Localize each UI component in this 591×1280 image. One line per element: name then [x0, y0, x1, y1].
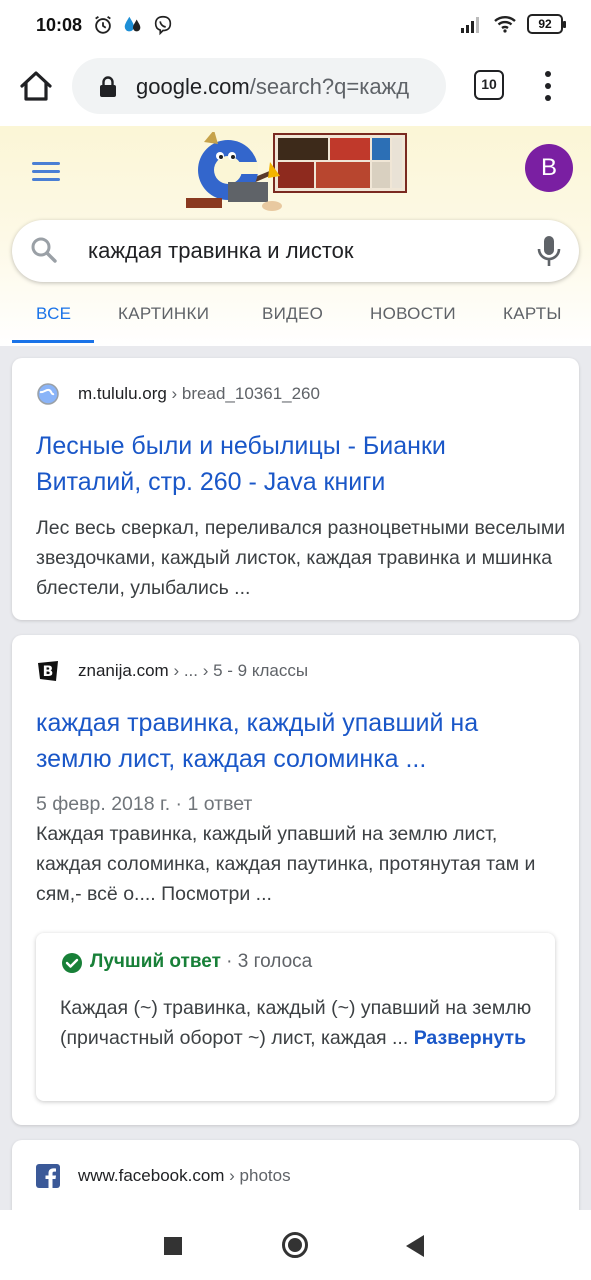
lock-icon — [100, 76, 116, 97]
url-domain: google.com — [136, 74, 250, 99]
result-title-link[interactable]: Лесные были и небылицы - Бианки Виталий,… — [36, 428, 556, 500]
answer-text-block: Каждая (~) травинка, каждый (~) упавший … — [60, 993, 540, 1053]
facebook-icon — [36, 1164, 60, 1188]
tab-news[interactable]: НОВОСТИ — [370, 304, 456, 324]
result-domain: znanija.com — [78, 661, 169, 680]
globe-icon — [37, 383, 59, 405]
alarm-icon — [95, 15, 111, 34]
search-result: m.tululu.org › bread_10361_260 Лесные бы… — [12, 358, 579, 620]
active-tab-indicator — [12, 340, 94, 343]
result-date: 5 февр. 2018 г. · 1 ответ — [36, 793, 253, 815]
microphone-icon[interactable] — [534, 234, 564, 268]
status-time: 10:08 — [36, 15, 83, 35]
check-circle-icon — [62, 953, 82, 973]
recents-button[interactable] — [164, 1237, 182, 1255]
search-icon[interactable] — [30, 236, 58, 264]
best-answer-label: Лучший ответ — [90, 951, 221, 972]
status-bar: 10:08 92 — [0, 0, 591, 52]
search-result: B znanija.com › ... › 5 - 9 классы кажда… — [12, 635, 579, 1125]
more-menu-icon[interactable] — [538, 69, 558, 103]
result-domain: m.tululu.org — [78, 384, 167, 403]
expand-link[interactable]: Развернуть — [414, 1027, 526, 1049]
back-button[interactable] — [406, 1235, 424, 1257]
search-tabs: ВСЕ КАРТИНКИ ВИДЕО НОВОСТИ КАРТЫ — [0, 294, 591, 344]
home-button[interactable] — [282, 1232, 308, 1258]
tab-maps[interactable]: КАРТЫ — [503, 304, 562, 324]
system-nav-bar — [0, 1210, 591, 1280]
notification-icons — [92, 14, 174, 36]
address-bar[interactable]: google.com/search?q=кажд — [72, 58, 446, 114]
result-title-link[interactable]: каждая травинка, каждый упавший на землю… — [36, 705, 556, 777]
result-breadcrumb: › bread_10361_260 — [166, 384, 320, 403]
viber-icon — [154, 15, 172, 36]
browser-toolbar: google.com/search?q=кажд 10 — [0, 52, 591, 126]
best-answer-box: Лучший ответ · 3 голоса Каждая (~) трави… — [36, 933, 555, 1101]
tab-images[interactable]: КАРТИНКИ — [118, 304, 209, 324]
tab-all[interactable]: ВСЕ — [36, 304, 71, 324]
tab-switcher-button[interactable]: 10 — [474, 70, 504, 100]
search-box[interactable]: каждая травинка и листок — [12, 220, 579, 282]
tab-video[interactable]: ВИДЕО — [262, 304, 323, 324]
signal-icon — [461, 17, 479, 33]
google-doodle[interactable] — [184, 132, 408, 216]
home-icon[interactable] — [16, 66, 56, 106]
url-path: /search?q=кажд — [249, 74, 410, 99]
result-snippet: Лес весь сверкал, переливался разноцветн… — [36, 517, 566, 599]
result-domain: www.facebook.com — [78, 1166, 225, 1185]
google-header: B каждая травинка и листок ВСЕ КАРТИНКИ … — [0, 126, 591, 346]
result-cite[interactable]: m.tululu.org › bread_10361_260 — [78, 384, 320, 404]
wifi-icon — [494, 16, 516, 33]
search-input[interactable]: каждая травинка и листок — [88, 238, 354, 264]
answer-votes: · 3 голоса — [220, 951, 313, 972]
hamburger-menu-icon[interactable] — [32, 162, 60, 182]
result-cite[interactable]: www.facebook.com › photos — [78, 1166, 291, 1186]
svg-text:B: B — [43, 664, 54, 680]
account-avatar[interactable]: B — [525, 144, 573, 192]
battery-indicator: 92 — [527, 14, 566, 34]
best-answer-header: Лучший ответ · 3 голоса — [90, 951, 312, 973]
znanija-logo-icon: B — [38, 661, 58, 681]
result-cite[interactable]: znanija.com › ... › 5 - 9 классы — [78, 661, 308, 681]
drops-app-icon — [124, 16, 141, 32]
result-breadcrumb: › photos — [224, 1166, 291, 1185]
result-breadcrumb: › ... › 5 - 9 классы — [168, 661, 309, 680]
result-snippet: Каждая травинка, каждый упавший на землю… — [36, 823, 536, 905]
system-indicators: 92 — [461, 14, 566, 34]
url-text: google.com/search?q=кажд — [136, 74, 436, 100]
